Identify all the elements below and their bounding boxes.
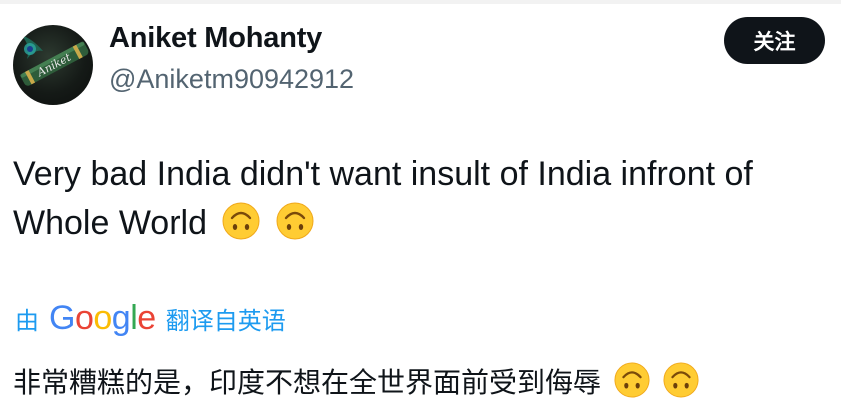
- google-logo: Google: [49, 299, 156, 337]
- display-name[interactable]: Aniket Mohanty: [109, 22, 322, 55]
- tweet-text: Very bad India didn't want insult of Ind…: [13, 150, 828, 248]
- translate-label: 翻译自英语: [165, 306, 286, 335]
- top-edge: [0, 0, 841, 4]
- upside-down-face-emoji: [222, 202, 260, 240]
- translation-attribution[interactable]: 由 Google 翻译自英语: [15, 300, 286, 336]
- avatar[interactable]: Aniket: [13, 25, 93, 105]
- upside-down-face-emoji: [614, 362, 650, 398]
- translated-text: 非常糟糕的是，印度不想在全世界面前受到侮辱: [13, 362, 699, 403]
- user-handle[interactable]: @Aniketm90942912: [109, 64, 354, 95]
- upside-down-face-emoji: [663, 362, 699, 398]
- follow-button[interactable]: 关注: [724, 17, 825, 64]
- avatar-text: Aniket: [34, 50, 73, 79]
- translate-prefix: 由: [15, 306, 39, 335]
- avatar-image: Aniket: [20, 35, 89, 86]
- upside-down-face-emoji: [276, 202, 314, 240]
- translated-body: 非常糟糕的是，印度不想在全世界面前受到侮辱: [13, 366, 602, 399]
- tweet-body: Very bad India didn't want insult of Ind…: [13, 155, 753, 242]
